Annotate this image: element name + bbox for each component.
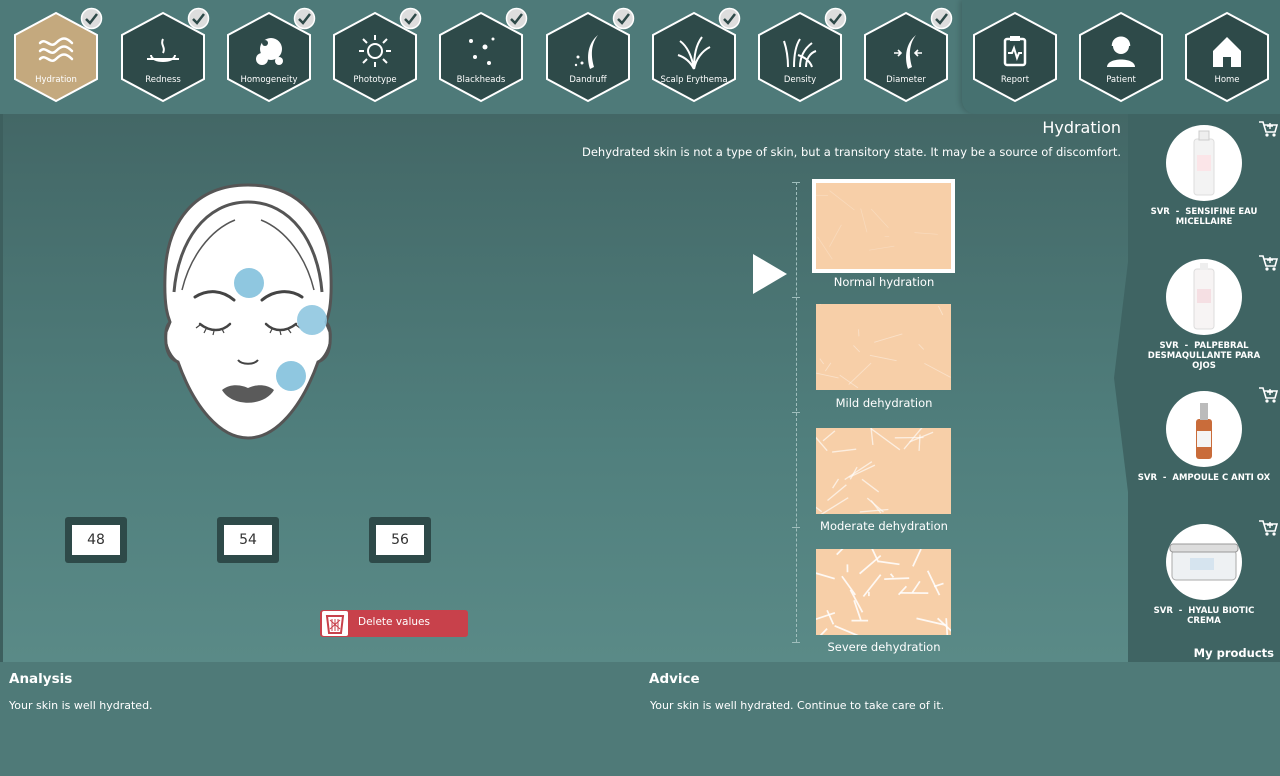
nav-item-label: Diameter	[886, 75, 926, 85]
report-button[interactable]: Report	[972, 11, 1058, 103]
nav-item-dandruff[interactable]: Dandruff	[545, 7, 635, 103]
value-box-2	[217, 517, 279, 563]
cart-icon[interactable]	[1258, 254, 1278, 272]
scale-tick	[792, 412, 800, 413]
measurement-spot-1[interactable]	[234, 268, 264, 298]
value-input-3[interactable]	[376, 525, 424, 555]
nav-action-label: Home	[1214, 75, 1240, 85]
homogeneity-icon	[256, 38, 283, 65]
nav-item-label: Redness	[145, 75, 181, 85]
hydration-level-label: Severe dehydration	[827, 640, 941, 654]
analysis-title: Analysis	[9, 671, 73, 687]
diameter-icon	[894, 35, 922, 69]
hydration-level-swatch[interactable]	[808, 279, 951, 390]
advice-title: Advice	[649, 671, 700, 687]
hydration-level-label: Normal hydration	[833, 275, 935, 289]
hydration-level-swatch[interactable]	[803, 179, 955, 273]
face-diagram	[160, 182, 336, 442]
waves-icon	[38, 37, 74, 62]
patient-button[interactable]: Patient	[1078, 11, 1164, 103]
scale-tick	[792, 642, 800, 643]
product-label: SVR - HYALU BIOTIC CREMA	[1153, 606, 1255, 626]
nav-item-label: Phototype	[353, 75, 397, 85]
scale-tick	[792, 527, 800, 528]
nav-item-label: Homogeneity	[240, 75, 298, 85]
trash-icon	[322, 611, 348, 636]
delete-values-button[interactable]: Delete values	[320, 610, 468, 637]
measurement-spot-3[interactable]	[276, 361, 306, 391]
nav-action-label: Report	[1000, 75, 1030, 85]
delete-values-label: Delete values	[358, 616, 430, 628]
cart-icon[interactable]	[1258, 519, 1278, 537]
nav-item-label: Dandruff	[569, 75, 607, 85]
value-box-3	[369, 517, 431, 563]
nav-item-phototype[interactable]: Phototype	[332, 7, 422, 103]
dandruff-icon	[574, 35, 598, 69]
redness-icon	[147, 38, 179, 62]
bottom-panel	[0, 662, 1280, 776]
dots-icon	[469, 37, 495, 65]
measurement-spot-2[interactable]	[297, 305, 327, 335]
nav-item-blackheads[interactable]: Blackheads	[438, 7, 528, 103]
cart-icon[interactable]	[1258, 120, 1278, 138]
nav-action-label: Patient	[1106, 75, 1136, 85]
sidebar-notch	[1114, 262, 1128, 492]
product-image	[1166, 125, 1242, 201]
product-image	[1166, 259, 1242, 335]
hydration-level-label: Mild dehydration	[835, 396, 933, 410]
cart-icon[interactable]	[1258, 386, 1278, 404]
report-icon	[1003, 36, 1027, 67]
product-image	[1166, 524, 1242, 600]
nav-item-label: Hydration	[35, 75, 77, 85]
home-icon	[1213, 37, 1241, 67]
page-subtitle: Dehydrated skin is not a type of skin, b…	[582, 145, 1121, 159]
nav-item-density[interactable]: Density	[757, 7, 847, 103]
skin-texture	[800, 425, 951, 517]
nav-item-homogeneity[interactable]: Homogeneity	[226, 7, 316, 103]
skin-texture	[803, 183, 951, 269]
scalp-icon	[677, 36, 711, 70]
nav-item-label: Scalp Erythema	[660, 75, 728, 85]
nav-item-redness[interactable]: Redness	[120, 7, 210, 103]
product-image	[1166, 391, 1242, 467]
value-input-2[interactable]	[224, 525, 272, 555]
my-products-label: My products	[1193, 646, 1274, 660]
skin-texture	[808, 279, 951, 390]
page-title: Hydration	[1042, 118, 1121, 137]
hydration-level-swatch[interactable]	[800, 425, 951, 517]
home-button[interactable]: Home	[1184, 11, 1270, 103]
nav-item-label: Density	[783, 75, 817, 85]
patient-icon	[1107, 36, 1135, 67]
value-input-1[interactable]	[72, 525, 120, 555]
density-icon	[783, 38, 817, 68]
nav-item-diameter[interactable]: Diameter	[863, 7, 953, 103]
product-label: SVR - PALPEBRAL DESMAQULLANTE PARA OJOS	[1147, 341, 1261, 371]
product-label: SVR - AMPOULE C ANTI OX	[1137, 473, 1271, 483]
hydration-level-label: Moderate dehydration	[820, 519, 948, 533]
nav-item-scalp-erythema[interactable]: Scalp Erythema	[651, 7, 741, 103]
value-box-1	[65, 517, 127, 563]
advice-text: Your skin is well hydrated. Continue to …	[650, 699, 945, 712]
nav-item-label: Blackheads	[456, 75, 506, 85]
hydration-level-swatch[interactable]	[807, 546, 965, 644]
scale-tick	[792, 182, 800, 183]
nav-item-hydration[interactable]: Hydration	[13, 7, 103, 103]
analysis-text: Your skin is well hydrated.	[9, 699, 153, 712]
skin-texture	[807, 546, 965, 644]
scale-tick	[792, 297, 800, 298]
sun-icon	[359, 35, 391, 67]
selection-arrow-icon	[753, 254, 787, 294]
product-label: SVR - SENSIFINE EAU MICELLAIRE	[1150, 207, 1258, 227]
